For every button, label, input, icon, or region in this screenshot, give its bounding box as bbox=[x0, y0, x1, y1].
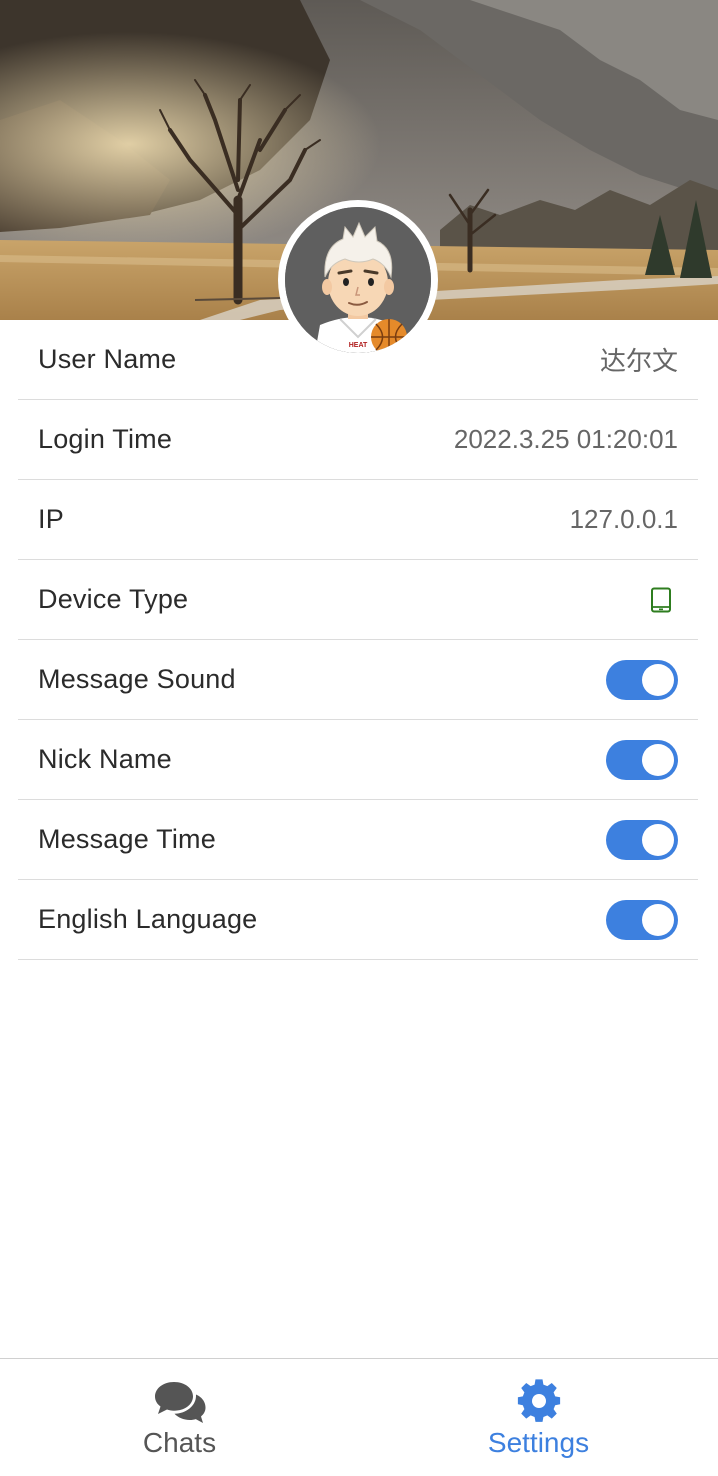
tab-settings[interactable]: Settings bbox=[359, 1359, 718, 1476]
message-time-row: Message Time bbox=[18, 800, 698, 880]
english-language-toggle[interactable] bbox=[606, 899, 678, 940]
toggle-knob bbox=[642, 903, 674, 936]
nick-name-toggle[interactable] bbox=[606, 739, 678, 780]
message-sound-row: Message Sound bbox=[18, 640, 698, 720]
avatar-basketball-player-icon: HEAT bbox=[285, 207, 431, 353]
nick-name-label: Nick Name bbox=[38, 744, 172, 774]
gear-icon bbox=[517, 1379, 560, 1422]
device-type-label: Device Type bbox=[38, 584, 189, 614]
toggle-knob bbox=[642, 663, 674, 696]
tab-chats-label: Chats bbox=[142, 1427, 217, 1458]
login-time-label: Login Time bbox=[38, 424, 173, 454]
english-language-label: English Language bbox=[38, 904, 258, 934]
login-time-row: Login Time 2022.3.25 01:20:01 bbox=[18, 400, 698, 480]
message-sound-toggle[interactable] bbox=[606, 659, 678, 700]
nick-name-row: Nick Name bbox=[18, 720, 698, 800]
message-sound-label: Message Sound bbox=[38, 664, 236, 694]
message-time-toggle[interactable] bbox=[606, 819, 678, 860]
chat-bubbles-icon bbox=[154, 1382, 205, 1423]
settings-page: HEAT User Name 达尔文 Login Time 2022.3.25 … bbox=[0, 0, 718, 1476]
message-time-label: Message Time bbox=[38, 824, 216, 854]
settings-list: User Name 达尔文 Login Time 2022.3.25 01:20… bbox=[18, 320, 698, 960]
ip-label: IP bbox=[38, 504, 64, 534]
english-language-row: English Language bbox=[18, 880, 698, 960]
user-name-label: User Name bbox=[38, 344, 177, 374]
bottom-tab-bar: Chats Settings bbox=[0, 1358, 718, 1476]
svg-text:HEAT: HEAT bbox=[349, 342, 368, 349]
ip-value: 127.0.0.1 bbox=[569, 504, 678, 534]
tab-settings-label: Settings bbox=[487, 1427, 590, 1458]
toggle-knob bbox=[642, 823, 674, 856]
toggle-knob bbox=[642, 743, 674, 776]
avatar-image: HEAT bbox=[285, 207, 431, 353]
device-type-row: Device Type bbox=[18, 560, 698, 640]
user-avatar[interactable]: HEAT bbox=[278, 200, 438, 360]
user-name-value: 达尔文 bbox=[599, 346, 678, 376]
tablet-icon bbox=[651, 587, 671, 612]
ip-row: IP 127.0.0.1 bbox=[18, 480, 698, 560]
tab-chats[interactable]: Chats bbox=[0, 1359, 359, 1476]
login-time-value: 2022.3.25 01:20:01 bbox=[453, 424, 678, 454]
